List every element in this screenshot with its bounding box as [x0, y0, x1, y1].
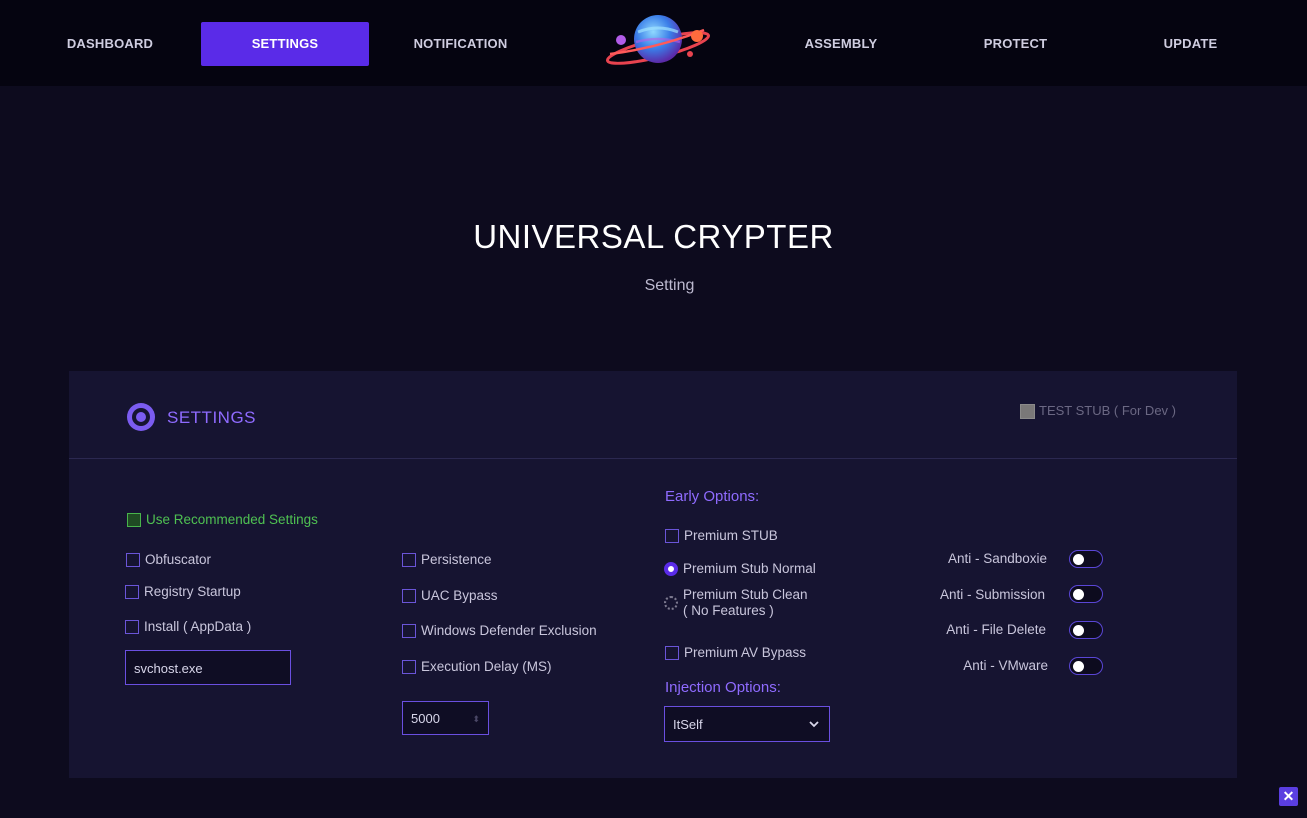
checkbox-box[interactable]: [402, 553, 416, 567]
premium-stub-label: Premium STUB: [684, 528, 778, 543]
checkbox-box[interactable]: [125, 585, 139, 599]
uac-bypass-label: UAC Bypass: [421, 588, 498, 603]
chevron-down-icon[interactable]: [809, 721, 819, 728]
stepper-arrows-icon[interactable]: ⬍: [472, 702, 480, 736]
toggle-knob: [1073, 660, 1084, 672]
settings-panel: SETTINGS TEST STUB ( For Dev ): [69, 371, 1237, 778]
nav-update[interactable]: UPDATE: [1130, 22, 1251, 66]
page-subtitle: Setting: [644, 277, 695, 294]
execution-delay-value: 5000: [411, 711, 440, 726]
anti-sandboxie-label: Anti - Sandboxie: [947, 551, 1047, 566]
anti-sandboxie-toggle[interactable]: [1069, 550, 1103, 568]
early-options-heading: Early Options:: [665, 488, 760, 505]
injection-selected-value: ItSelf: [673, 717, 703, 732]
settings-gear-icon: [127, 403, 155, 431]
test-stub-label: TEST STUB ( For Dev ): [1039, 403, 1176, 418]
premium-av-bypass-label: Premium AV Bypass: [684, 645, 807, 660]
install-appdata-label: Install ( AppData ): [144, 619, 252, 634]
top-navigation-bar: DASHBOARD SETTINGS NOTIFICATION ASSEMBLY…: [0, 0, 1307, 86]
checkbox-box[interactable]: [665, 646, 679, 660]
planet-logo[interactable]: [604, 10, 712, 68]
nav-protect[interactable]: PROTECT: [955, 22, 1076, 66]
anti-vmware-label: Anti - VMware: [963, 658, 1048, 673]
close-icon[interactable]: ✕: [1279, 787, 1298, 806]
nav-assembly[interactable]: ASSEMBLY: [778, 22, 904, 66]
page-title: UNIVERSAL CRYPTER: [473, 218, 834, 255]
defender-exclusion-label: Windows Defender Exclusion: [421, 623, 597, 638]
use-recommended-settings-label: Use Recommended Settings: [146, 512, 318, 527]
toggle-knob: [1073, 553, 1084, 565]
checkbox-box[interactable]: [402, 624, 416, 638]
premium-stub-clean-line1: Premium Stub Clean: [683, 587, 808, 602]
checkbox-box[interactable]: [1020, 404, 1035, 419]
nav-dashboard[interactable]: DASHBOARD: [44, 22, 176, 66]
checkbox-box[interactable]: [126, 553, 140, 567]
checkbox-box[interactable]: [127, 513, 141, 527]
injection-options-heading: Injection Options:: [665, 679, 781, 696]
obfuscator-label: Obfuscator: [145, 552, 212, 567]
execution-delay-input[interactable]: 5000 ⬍: [402, 701, 489, 735]
nav-settings[interactable]: SETTINGS: [201, 22, 369, 66]
radio-selected-icon[interactable]: [664, 562, 678, 576]
premium-stub-clean-line2: ( No Features ): [683, 603, 774, 618]
settings-panel-header: SETTINGS TEST STUB ( For Dev ): [69, 371, 1237, 459]
install-filename-input[interactable]: svchost.exe: [125, 650, 291, 685]
anti-file-delete-toggle[interactable]: [1069, 621, 1103, 639]
anti-vmware-toggle[interactable]: [1069, 657, 1103, 675]
checkbox-box[interactable]: [125, 620, 139, 634]
premium-stub-normal-label: Premium Stub Normal: [683, 561, 816, 576]
execution-delay-label: Execution Delay (MS): [421, 659, 552, 674]
checkbox-box[interactable]: [665, 529, 679, 543]
radio-unselected-icon[interactable]: [664, 596, 678, 610]
nav-notification[interactable]: NOTIFICATION: [389, 22, 532, 66]
premium-stub-clean-label: Premium Stub Clean ( No Features ): [683, 587, 808, 619]
toggle-knob: [1073, 624, 1084, 636]
persistence-label: Persistence: [421, 552, 492, 567]
settings-panel-title: SETTINGS: [167, 408, 257, 427]
registry-startup-label: Registry Startup: [144, 584, 241, 599]
injection-options-select[interactable]: ItSelf: [664, 706, 830, 742]
anti-submission-label: Anti - Submission: [939, 587, 1045, 602]
anti-submission-toggle[interactable]: [1069, 585, 1103, 603]
checkbox-box[interactable]: [402, 660, 416, 674]
anti-file-delete-label: Anti - File Delete: [946, 622, 1046, 637]
toggle-knob: [1073, 588, 1084, 600]
checkbox-box[interactable]: [402, 589, 416, 603]
